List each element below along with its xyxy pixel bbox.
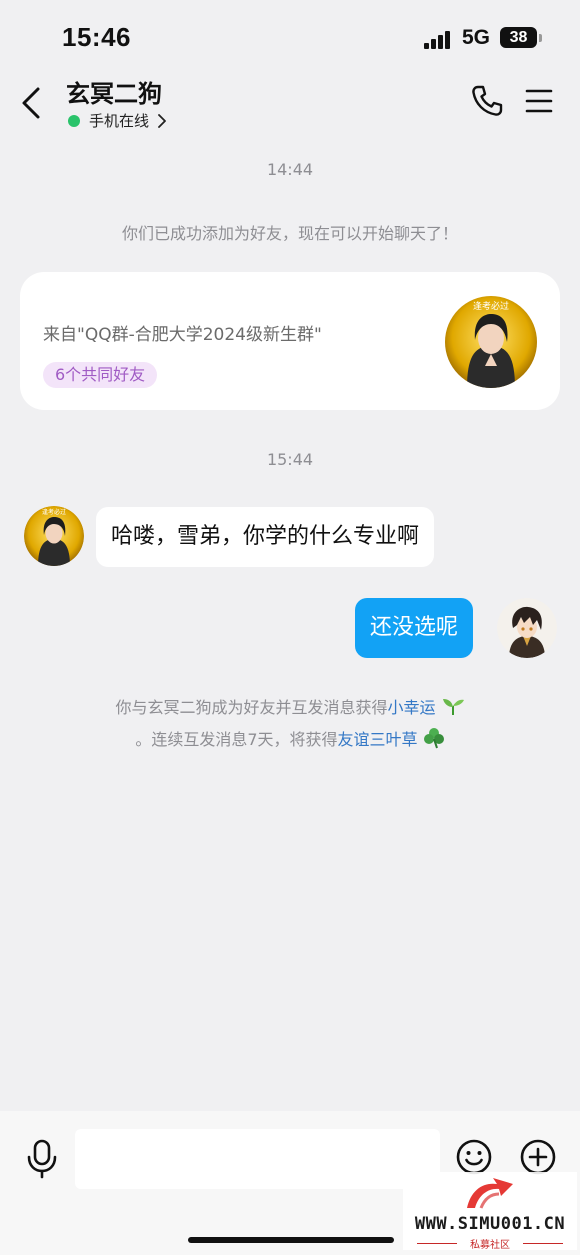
friendship-clover-link[interactable]: 友谊三叶草 [338, 730, 418, 749]
watermark: WWW.SIMU001.CN 私募社区 [403, 1172, 577, 1251]
network-type: 5G [462, 26, 491, 49]
contact-avatar[interactable]: 逢考必过 [24, 506, 84, 566]
battery-icon: 38 [500, 27, 537, 48]
battery-cap [539, 34, 542, 42]
contact-name[interactable]: 玄冥二狗 [66, 74, 162, 109]
online-dot-icon [68, 114, 80, 127]
friendship-notice: 你与玄冥二狗成为好友并互发消息获得小幸运 。连续互发消息7天，将获得友谊三叶草 [80, 692, 500, 756]
my-avatar[interactable] [497, 598, 557, 658]
presence-status[interactable]: 手机在线 [68, 110, 167, 131]
watermark-divider [523, 1243, 563, 1244]
status-bar: 15:46 5G 38 [0, 0, 580, 72]
emoji-icon[interactable] [456, 1139, 492, 1175]
avatar-caption: 逢考必过 [473, 300, 509, 312]
microphone-icon[interactable] [26, 1139, 58, 1179]
avatar-caption: 逢考必过 [42, 508, 66, 516]
mutual-friends-badge[interactable]: 6个共同好友 [43, 362, 158, 388]
sprout-icon [442, 699, 464, 715]
friend-source-card[interactable]: 来自"QQ群-合肥大学2024级新生群" 6个共同好友 逢考必过 [20, 272, 560, 410]
signal-icon [424, 31, 454, 49]
home-indicator[interactable] [188, 1237, 394, 1243]
message-input[interactable] [75, 1129, 440, 1189]
notice-text: 你与玄冥二狗成为好友并互发消息获得 [115, 698, 388, 717]
back-icon[interactable] [18, 86, 48, 120]
outgoing-message-bubble[interactable]: 还没选呢 [355, 598, 474, 658]
watermark-logo-icon [467, 1178, 513, 1209]
phone-call-icon[interactable] [470, 84, 504, 118]
status-time: 15:46 [62, 22, 131, 52]
friend-source-text: 来自"QQ群-合肥大学2024级新生群" [43, 325, 322, 345]
watermark-text: WWW.SIMU001.CN [414, 1214, 566, 1234]
little-luck-link[interactable]: 小幸运 [387, 698, 435, 717]
chat-header: 玄冥二狗 手机在线 [0, 72, 580, 134]
clover-icon [423, 728, 444, 749]
notice-text: 。连续互发消息7天，将获得 [135, 730, 338, 749]
add-more-icon[interactable] [520, 1139, 556, 1175]
chevron-right-icon [158, 113, 166, 128]
system-message: 你们已成功添加为好友，现在可以开始聊天了！ [121, 224, 458, 243]
presence-label: 手机在线 [89, 112, 150, 130]
incoming-message-bubble[interactable]: 哈喽，雪弟，你学的什么专业啊 [96, 507, 435, 567]
contact-avatar[interactable]: 逢考必过 [445, 296, 537, 388]
menu-icon[interactable] [524, 86, 554, 116]
timestamp: 15:44 [266, 450, 314, 469]
timestamp: 14:44 [266, 160, 314, 179]
